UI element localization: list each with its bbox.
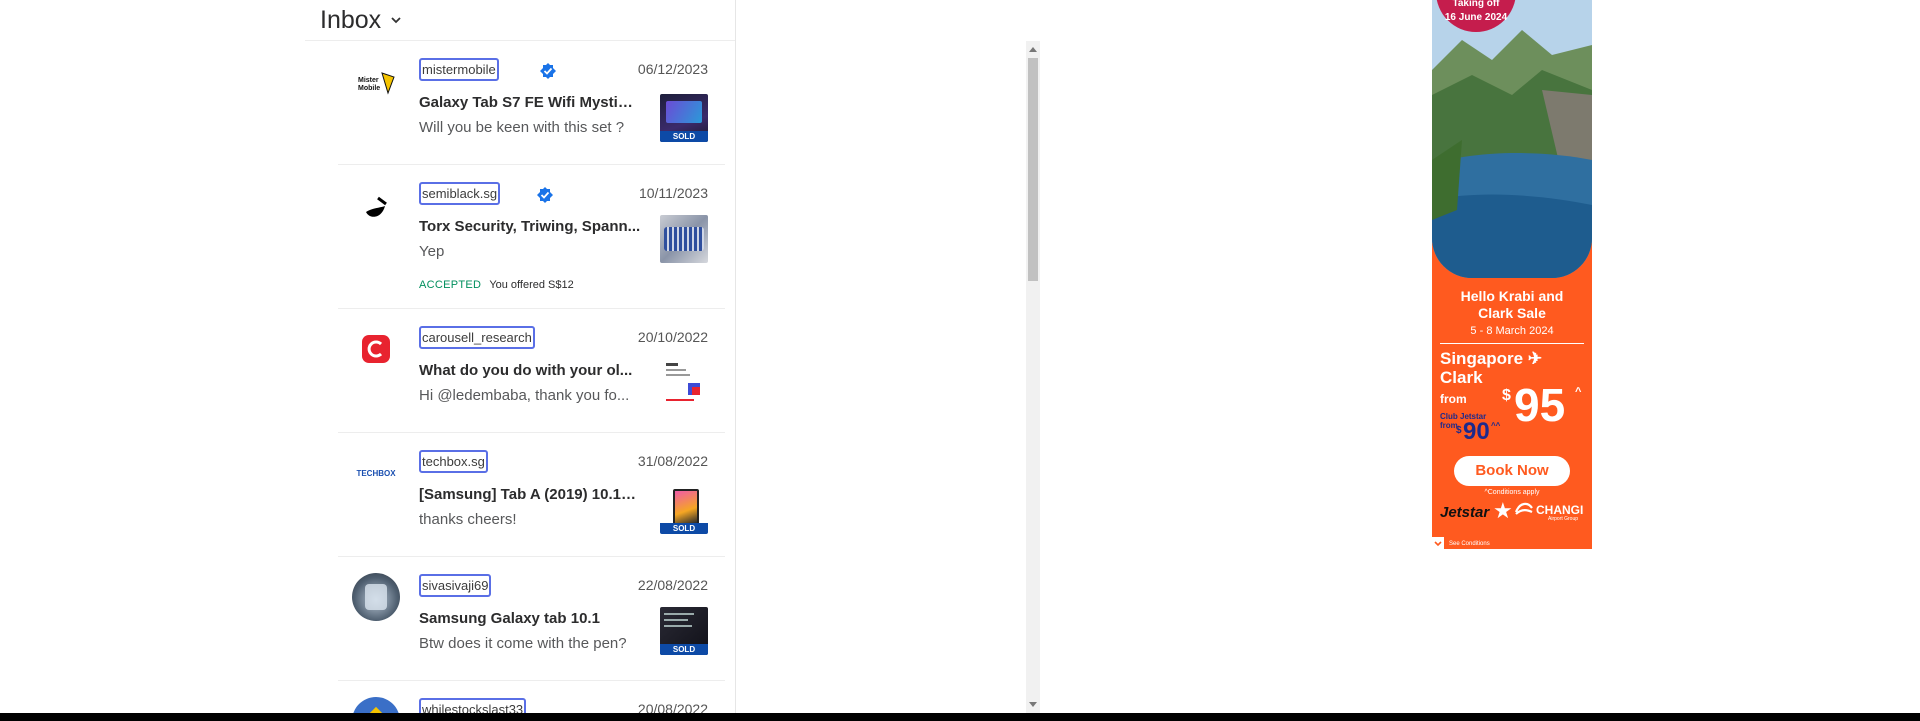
conversation-date: 20/10/2022	[637, 329, 708, 345]
offer-amount: You offered S$12	[489, 279, 574, 291]
conversation-list: Mister Mobile mistermobile 06/12/2023 Ga…	[338, 41, 725, 713]
listing-title: Galaxy Tab S7 FE Wifi Mystic ...	[419, 94, 641, 111]
avatar	[352, 184, 400, 232]
conversation-date: 22/08/2022	[637, 577, 708, 593]
sold-badge: SOLD	[660, 523, 708, 534]
changi-logo-subtext: Airport Group	[1548, 516, 1579, 522]
ad-sale-dates: 5 - 8 March 2024	[1470, 325, 1554, 337]
seller-username[interactable]: carousell_research	[419, 326, 535, 349]
svg-text:Mister: Mister	[358, 77, 379, 84]
seller-username[interactable]: mistermobile	[419, 58, 499, 81]
conversation-date: 06/12/2023	[637, 61, 708, 77]
carousell-logo-icon	[362, 335, 390, 363]
ad-conditions: ^Conditions apply	[1484, 489, 1540, 496]
ad-headline-line2: Clark Sale	[1478, 305, 1546, 321]
sold-badge: SOLD	[660, 644, 708, 655]
conversation-item[interactable]: TECHBOX techbox.sg 31/08/2022 [Samsung] …	[338, 433, 725, 557]
research-thumbnail-image	[666, 363, 700, 401]
ad-club-mark: ^^	[1491, 421, 1501, 430]
jetstar-advertisement[interactable]: Taking off 16 June 2024 Hello Krabi and …	[1432, 0, 1592, 549]
techbox-logo: TECHBOX	[356, 468, 396, 478]
jetstar-star-icon: ★	[1493, 498, 1513, 523]
ad-badge-line1: Taking off	[1452, 0, 1500, 9]
ad-club-price: 90	[1463, 418, 1490, 445]
listing-title: [Samsung] Tab A (2019) 10.1" ...	[419, 486, 641, 503]
conversation-item[interactable]: semiblack.sg 10/11/2023 Torx Security, T…	[338, 165, 725, 309]
window-bottom-bar	[0, 713, 1920, 721]
ad-headline: Hello Krabi and Clark Sale	[1432, 288, 1592, 322]
changi-logo-icon	[1514, 502, 1533, 515]
conversation-scrollbar[interactable]	[1026, 41, 1040, 713]
mistermobile-logo-icon: Mister Mobile	[358, 72, 395, 95]
conversation-item[interactable]: sivasivaji69 22/08/2022 Samsung Galaxy t…	[338, 557, 725, 681]
verified-badge-icon	[540, 63, 556, 79]
ad-landscape-photo	[1432, 0, 1592, 278]
accepted-label: ACCEPTED	[419, 279, 482, 291]
jetstar-logo: Jetstar	[1440, 504, 1490, 521]
seller-username[interactable]: techbox.sg	[419, 450, 488, 473]
last-message: thanks cheers!	[419, 511, 517, 528]
conversation-item[interactable]: carousell_research 20/10/2022 What do yo…	[338, 309, 725, 433]
inbox-dropdown[interactable]: Inbox	[320, 0, 403, 40]
avatar	[352, 573, 400, 621]
offer-status: ACCEPTED You offered S$12	[419, 279, 574, 291]
ad-from-label: from	[1440, 392, 1467, 406]
conversation-item[interactable]: whilestockslast33 20/08/2022	[338, 681, 725, 713]
scroll-down-arrow[interactable]	[1029, 702, 1037, 707]
last-message: Hi @ledembaba, thank you fo...	[419, 387, 630, 404]
listing-title: Samsung Galaxy tab 10.1	[419, 610, 600, 627]
ad-currency: $	[1502, 387, 1511, 404]
changi-logo-text: CHANGI	[1536, 503, 1584, 517]
last-message: Yep	[419, 243, 445, 260]
ad-headline-line1: Hello Krabi and	[1460, 288, 1564, 304]
svg-text:Mobile: Mobile	[358, 85, 380, 92]
verified-badge-icon	[537, 187, 553, 203]
seller-username[interactable]: whilestockslast33	[419, 698, 527, 713]
inbox-panel: Inbox Mister Mobile mistermobile 06/12/2…	[305, 0, 1040, 713]
last-message: Will you be keen with this set ?	[419, 119, 625, 136]
seller-username[interactable]: sivasivaji69	[419, 574, 492, 597]
avatar	[352, 697, 400, 713]
last-message: Btw does it come with the pen?	[419, 635, 627, 652]
ad-badge-line2: 16 June 2024	[1444, 12, 1508, 23]
avatar: TECHBOX	[352, 449, 400, 497]
adchoices-icon[interactable]	[1432, 537, 1444, 549]
chevron-down-icon	[391, 17, 401, 24]
conversation-date: 31/08/2022	[637, 453, 708, 469]
seller-username[interactable]: semiblack.sg	[419, 182, 501, 205]
listing-thumbnail[interactable]	[660, 215, 708, 263]
ad-price-mark: ^	[1575, 386, 1582, 398]
scroll-up-arrow[interactable]	[1029, 47, 1037, 52]
avatar: Mister Mobile	[352, 59, 400, 107]
listing-thumbnail[interactable]: SOLD	[660, 94, 708, 142]
ad-divider	[1440, 343, 1584, 344]
conversation-date: 10/11/2023	[638, 185, 708, 201]
see-conditions-link[interactable]: See Conditions	[1449, 541, 1490, 547]
listing-title: Torx Security, Triwing, Spann...	[419, 218, 641, 235]
scrollbar-thumb[interactable]	[1028, 58, 1038, 281]
conversation-item[interactable]: Mister Mobile mistermobile 06/12/2023 Ga…	[338, 41, 725, 165]
listing-thumbnail[interactable]: SOLD	[660, 607, 708, 655]
avatar	[352, 325, 400, 373]
listing-thumbnail[interactable]: SOLD	[660, 486, 708, 534]
ad-route-line1: Singapore ✈	[1440, 349, 1543, 368]
listing-title: What do you do with your ol...	[419, 362, 633, 379]
semiblack-logo-icon	[366, 196, 387, 217]
listing-thumbnail[interactable]	[660, 359, 708, 407]
ad-price: 95	[1514, 379, 1566, 431]
sold-badge: SOLD	[660, 131, 708, 142]
book-now-button[interactable]: Book Now	[1454, 456, 1570, 486]
inbox-title: Inbox	[320, 5, 382, 34]
conversation-date: 20/08/2022	[637, 701, 708, 713]
ad-club-currency: $	[1456, 425, 1462, 436]
